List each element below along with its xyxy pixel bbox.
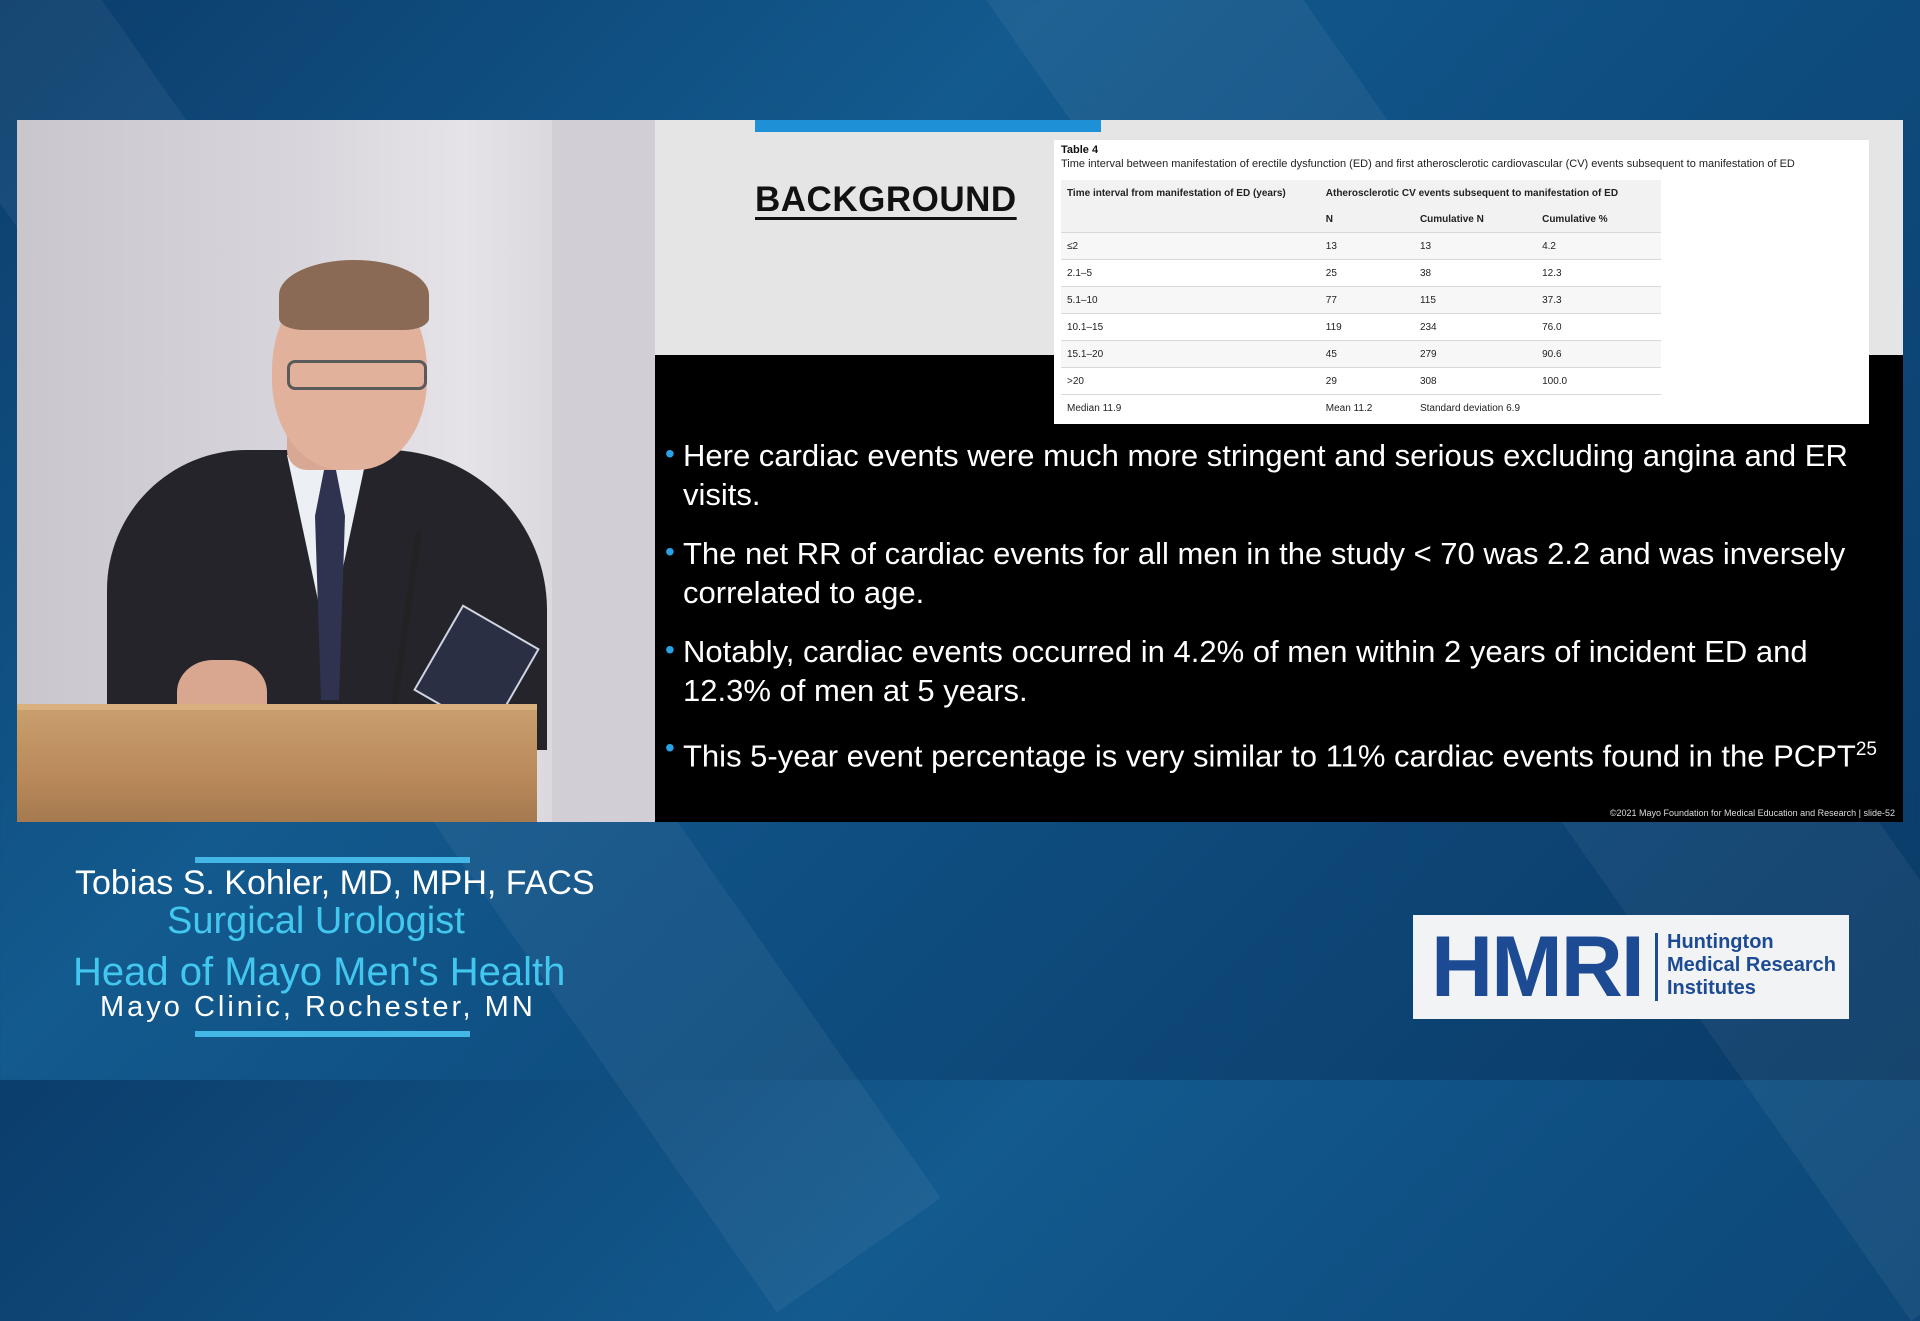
table-cell: 13 bbox=[1413, 232, 1537, 260]
slide-accent-bar bbox=[755, 120, 1101, 132]
bullet-text: The net RR of cardiac events for all men… bbox=[683, 536, 1846, 610]
table-cell: 45 bbox=[1319, 340, 1414, 368]
logo-line: Huntington bbox=[1667, 931, 1774, 953]
logo-line: Institutes bbox=[1667, 977, 1756, 999]
speaker-position: Head of Mayo Men's Health bbox=[73, 950, 566, 994]
table-cell: 29 bbox=[1319, 367, 1414, 395]
table-cell: 12.3 bbox=[1536, 259, 1661, 287]
bullet-item: The net RR of cardiac events for all men… bbox=[665, 532, 1895, 612]
table-header: Time interval from manifestation of ED (… bbox=[1061, 180, 1320, 206]
logo-mark: HMRI bbox=[1431, 919, 1645, 1015]
lower-third-bottom-bar bbox=[195, 1031, 470, 1037]
citation-superscript: 25 bbox=[1855, 739, 1877, 760]
table-cell: 115 bbox=[1413, 286, 1537, 314]
speaker-hair bbox=[279, 260, 429, 330]
table-cell: 90.6 bbox=[1536, 340, 1661, 368]
table-header bbox=[1061, 206, 1320, 233]
presentation-slide: BACKGROUND Table 4 Time interval between… bbox=[655, 120, 1903, 822]
table-cell: 76.0 bbox=[1536, 313, 1661, 341]
table-row: 2.1–5 25 38 12.3 bbox=[1061, 259, 1661, 287]
speaker-name: Tobias S. Kohler, MD, MPH, FACS bbox=[75, 864, 595, 902]
slide-copyright: ©2021 Mayo Foundation for Medical Educat… bbox=[1609, 808, 1895, 818]
speaker-video bbox=[17, 120, 655, 822]
table-footer-row: Median 11.9 Mean 11.2 Standard deviation… bbox=[1061, 394, 1661, 421]
data-table: Time interval from manifestation of ED (… bbox=[1061, 180, 1661, 421]
table-cell: 15.1–20 bbox=[1061, 340, 1320, 368]
bullet-text: Here cardiac events were much more strin… bbox=[683, 438, 1848, 512]
table-header: Atherosclerotic CV events subsequent to … bbox=[1319, 180, 1661, 206]
table-cell: 2.1–5 bbox=[1061, 259, 1320, 287]
table-cell: Median 11.9 bbox=[1061, 394, 1320, 421]
bullet-item: Here cardiac events were much more strin… bbox=[665, 434, 1895, 514]
table-label: Table 4 bbox=[1061, 144, 1099, 156]
logo-line: Medical Research bbox=[1667, 954, 1836, 976]
table-cell: Mean 11.2 bbox=[1319, 394, 1414, 421]
podium bbox=[17, 710, 537, 822]
slide-title: BACKGROUND bbox=[755, 180, 1017, 219]
table-cell: 37.3 bbox=[1536, 286, 1661, 314]
table-cell: 119 bbox=[1319, 313, 1414, 341]
table-row: ≤2 13 13 4.2 bbox=[1061, 232, 1661, 260]
table-cell: 38 bbox=[1413, 259, 1537, 287]
table-cell: Standard deviation 6.9 bbox=[1413, 394, 1661, 421]
hmri-logo: HMRI Huntington Medical Research Institu… bbox=[1413, 915, 1849, 1019]
table-caption: Time interval between manifestation of e… bbox=[1061, 158, 1795, 170]
logo-divider bbox=[1655, 933, 1658, 1001]
table-cell: >20 bbox=[1061, 367, 1320, 395]
table-cell: 10.1–15 bbox=[1061, 313, 1320, 341]
table-cell: 100.0 bbox=[1536, 367, 1661, 395]
table-cell: 25 bbox=[1319, 259, 1414, 287]
table-cell: 4.2 bbox=[1536, 232, 1661, 260]
table-row: 15.1–20 45 279 90.6 bbox=[1061, 340, 1661, 368]
speaker-institution: Mayo Clinic, Rochester, MN bbox=[100, 991, 536, 1023]
table-header: N bbox=[1319, 206, 1414, 233]
bullet-list: Here cardiac events were much more strin… bbox=[665, 434, 1895, 795]
table-row: 5.1–10 77 115 37.3 bbox=[1061, 286, 1661, 314]
bullet-item: This 5-year event percentage is very sim… bbox=[665, 728, 1895, 775]
video-wall bbox=[552, 120, 655, 822]
table-cell: 279 bbox=[1413, 340, 1537, 368]
bullet-text: Notably, cardiac events occurred in 4.2%… bbox=[683, 634, 1808, 708]
table-body: ≤2 13 13 4.2 2.1–5 25 38 12.3 5.1–10 77 115 37.3 10.… bbox=[1061, 232, 1661, 395]
table-cell: ≤2 bbox=[1061, 232, 1320, 260]
bullet-text: This 5-year event percentage is very sim… bbox=[683, 738, 1856, 774]
table-header: Cumulative % bbox=[1536, 206, 1661, 233]
table-cell: 234 bbox=[1413, 313, 1537, 341]
table-cell: 13 bbox=[1319, 232, 1414, 260]
table-row: 10.1–15 119 234 76.0 bbox=[1061, 313, 1661, 341]
table-cell: 77 bbox=[1319, 286, 1414, 314]
speaker-role: Surgical Urologist bbox=[167, 900, 465, 942]
lower-third-top-bar bbox=[195, 857, 470, 863]
table-header: Cumulative N bbox=[1413, 206, 1537, 233]
speaker-glasses bbox=[287, 360, 427, 390]
data-table-figure: Table 4 Time interval between manifestat… bbox=[1054, 140, 1869, 424]
table-cell: 5.1–10 bbox=[1061, 286, 1320, 314]
logo-text: Huntington Medical Research Institutes bbox=[1667, 931, 1836, 1000]
table-row: >20 29 308 100.0 bbox=[1061, 367, 1661, 395]
table-cell: 308 bbox=[1413, 367, 1537, 395]
bullet-item: Notably, cardiac events occurred in 4.2%… bbox=[665, 630, 1895, 710]
